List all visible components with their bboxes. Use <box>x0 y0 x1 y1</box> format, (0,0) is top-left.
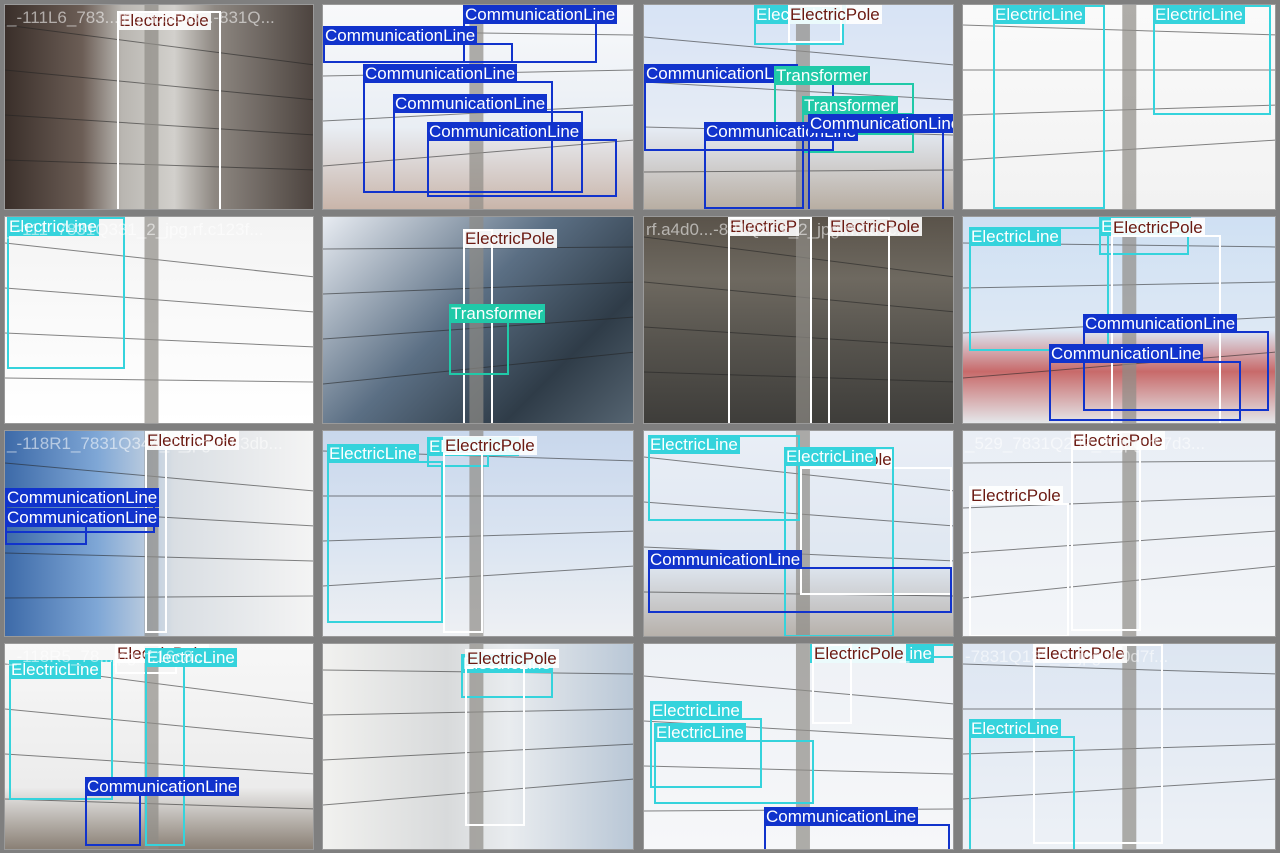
detection-box-communicationline: CommunicationLine <box>648 550 952 613</box>
class-label: ElectricPole <box>828 217 922 236</box>
class-label: Transformer <box>449 304 545 323</box>
class-label: Transformer <box>802 96 898 115</box>
class-label: CommunicationLine <box>648 550 803 569</box>
class-label: Transformer <box>774 66 870 85</box>
detection-box-communicationline: CommunicationLine <box>1049 344 1241 421</box>
class-label: ElectricLine <box>7 217 99 236</box>
detection-box-transformer: Transformer <box>449 304 545 375</box>
image-tile: _-111_7831Q331_2_jpg.rf.c123f... Electric… <box>4 216 314 424</box>
detection-box-electricline: ElectricLine <box>145 648 237 846</box>
detection-box-communicationline: CommunicationLine <box>5 508 160 545</box>
class-label: ElectricPole <box>1111 218 1205 237</box>
class-label: ElectricLine <box>145 648 237 667</box>
class-label: CommunicationLine <box>764 807 919 826</box>
class-label: ElectricPole <box>463 229 557 248</box>
detection-box-communicationline: CommunicationLine <box>85 777 240 846</box>
detection-box-electricpole: ElectricPole <box>465 649 559 826</box>
class-label: ElectricPole <box>443 436 537 455</box>
image-tile: CommunicationLine CommunicationLine Commun… <box>322 4 634 210</box>
class-label: ElectricPole <box>1071 431 1165 450</box>
image-tile: _-118R1_7831Q344_2_jpg.rf.83db... Electri… <box>4 430 314 637</box>
detection-box-electricpole: ElectricPole <box>828 217 922 423</box>
class-label: CommunicationLine <box>5 488 160 507</box>
class-label: CommunicationLine <box>5 508 160 527</box>
pole-shape <box>144 217 159 423</box>
detection-box-electricline: ElectricLine <box>993 5 1105 209</box>
image-tile: _-118R5_78...jpg.rf.16c8... ElectricLine E… <box>4 643 314 850</box>
detection-box-electricpole: ElectricPole <box>812 644 906 724</box>
class-label: ElectricLine <box>9 660 101 679</box>
wire-line <box>5 377 313 383</box>
image-tile: ElectricLineElectricLineElectricPole <box>322 430 634 637</box>
class-label: ElectricP <box>728 217 800 236</box>
class-label: CommunicationLine <box>393 94 548 113</box>
class-label: ElectricLine <box>784 447 876 466</box>
class-label: CommunicationLine <box>323 26 478 45</box>
detection-box-electricpole: ElectricPole <box>969 486 1069 636</box>
class-label: ElectricPole <box>117 11 211 30</box>
detection-box-electricline: ElectricLine <box>327 444 443 623</box>
detection-box-communicationline: CommunicationLine <box>764 807 950 849</box>
image-tile: ElectricLine_ineElectricPoleElectricLine… <box>643 643 954 850</box>
class-label: ElectricLine <box>1153 5 1245 24</box>
detection-box-communicationline: CommunicationLine <box>323 26 513 63</box>
detection-box-electricline: ElectricLine <box>648 435 800 521</box>
detection-box-electricline: ElectricLine <box>654 723 814 804</box>
detection-box-electricpole: ElectricPole <box>1071 431 1165 631</box>
class-label: ElectricLine <box>969 227 1061 246</box>
image-tile: ElectricLineElectricPole <box>322 643 634 850</box>
class-label: ElectricPole <box>145 431 239 450</box>
image-tile: ElectricLineElectricPoleElectricLineComm… <box>643 430 954 637</box>
detection-box-electricpole: ElectricP <box>728 217 812 423</box>
image-tile: ElectricLine ElectricLine <box>962 4 1276 210</box>
image-tile: rf.a4d0...-831Q462_2_jpg.rf.0dec... Elect… <box>643 216 954 424</box>
class-label: ElectricLine <box>648 435 740 454</box>
detection-box-electricpole: ElectricPole <box>443 436 537 633</box>
class-label: CommunicationLine <box>85 777 240 796</box>
class-label: CommunicationLine <box>427 122 582 141</box>
detection-box-electricpole: ElectricPole <box>788 5 882 43</box>
detection-box-electricline: ElectricLine <box>7 217 125 369</box>
detection-box-communicationline: CommunicationLine <box>808 114 953 209</box>
class-label: ElectricLine <box>327 444 419 463</box>
class-label: ElectricLine <box>654 723 746 742</box>
detection-box-communicationline: CommunicationLine <box>427 122 617 197</box>
class-label: CommunicationLine <box>363 64 518 83</box>
class-label: CommunicationLine <box>1083 314 1238 333</box>
class-label: ElectricLine <box>993 5 1085 24</box>
detection-grid: _-111L6_783...jpg.rf.b608...-831Q... Elec… <box>0 0 1280 853</box>
class-label: ElectricPole <box>788 5 882 24</box>
image-tile: ElectricPole Transformer <box>322 216 634 424</box>
class-label: ElectricPole <box>1033 644 1127 663</box>
detection-box-electricline: ElectricLine <box>969 719 1075 849</box>
class-label: ElectricPole <box>812 644 906 663</box>
image-tile: _529_7831Q232_2_jpg.rf.7d3... ElectricPol… <box>962 430 1276 637</box>
image-tile: -7831Q131_2_jpg.rf.0d7f... ElectricPole El… <box>962 643 1276 850</box>
image-tile: ElectricLineElectricLineElectricPoleComm… <box>962 216 1276 424</box>
detection-box-electricline: ElectricLine <box>1153 5 1271 115</box>
detection-box-communicationline: CommunicationLine <box>704 122 859 209</box>
class-label: ElectricPole <box>465 649 559 668</box>
class-label: ElectricLine <box>969 719 1061 738</box>
pole-shape <box>1122 5 1137 209</box>
class-label: CommunicationLine <box>1049 344 1204 363</box>
class-label: ElectricLine <box>650 701 742 720</box>
class-label: CommunicationLine <box>808 114 953 133</box>
class-label: ElectricPole <box>969 486 1063 505</box>
image-tile: _-111L6_783...jpg.rf.b608...-831Q... Elec… <box>4 4 314 210</box>
class-label: CommunicationLine <box>463 5 618 24</box>
image-tile: ElectricLineElectricPoleCommunicationLin… <box>643 4 954 210</box>
detection-box-electricpole: ElectricPole <box>117 11 221 209</box>
